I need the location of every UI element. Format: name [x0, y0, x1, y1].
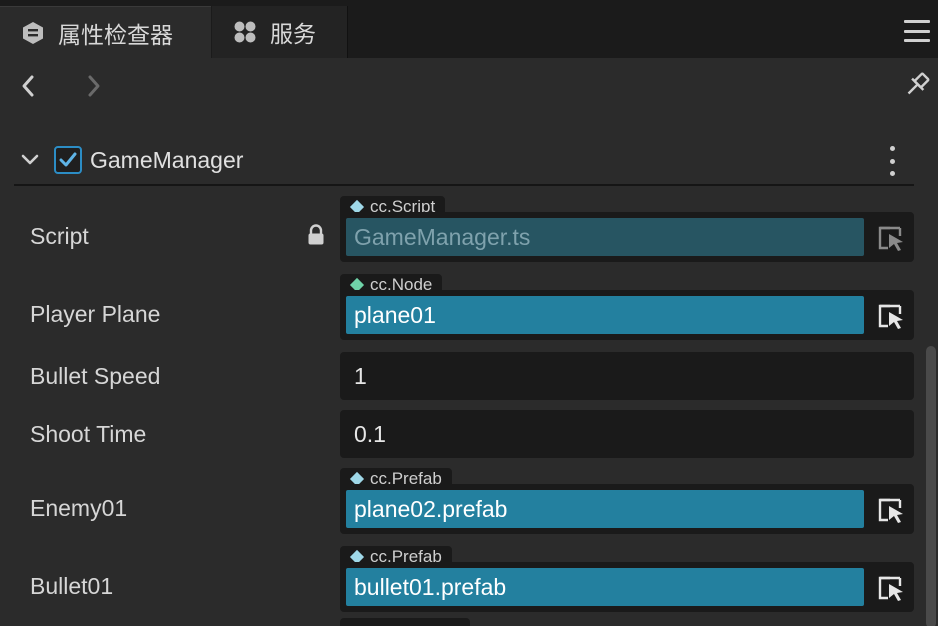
back-arrow-icon[interactable]: [14, 72, 42, 100]
select-in-scene-icon[interactable]: [876, 572, 906, 602]
tab-label: 属性检查器: [58, 21, 173, 48]
checkmark-icon: [59, 152, 77, 167]
more-options-icon[interactable]: [888, 146, 896, 176]
enemy01-value[interactable]: plane02.prefab: [346, 490, 864, 528]
forward-arrow-icon[interactable]: [80, 72, 108, 100]
bullet01-field[interactable]: bullet01.prefab: [340, 562, 914, 612]
tab-services[interactable]: 服务: [212, 6, 348, 58]
component-header: GameManager: [14, 140, 914, 186]
component-enabled-checkbox[interactable]: [54, 146, 82, 174]
prop-label-bullet-speed: Bullet Speed: [30, 363, 161, 389]
bullet01-value[interactable]: bullet01.prefab: [346, 568, 864, 606]
select-in-scene-icon[interactable]: [876, 300, 906, 330]
tab-inspector[interactable]: 属性检查器: [0, 6, 211, 58]
next-asset-tag-partial: [340, 618, 470, 626]
panel-menu-icon[interactable]: [904, 20, 930, 42]
chevron-down-icon[interactable]: [20, 150, 40, 170]
select-in-scene-icon[interactable]: [876, 222, 906, 252]
prop-label-enemy01: Enemy01: [30, 495, 128, 521]
select-in-scene-icon[interactable]: [876, 494, 906, 524]
services-icon: [232, 19, 258, 45]
prop-label-bullet01: Bullet01: [30, 573, 114, 599]
player-plane-value[interactable]: plane01: [346, 296, 864, 334]
scrollbar-thumb[interactable]: [926, 346, 936, 626]
inspector-icon: [20, 20, 46, 46]
prop-label-script: Script: [30, 223, 89, 249]
enemy01-field[interactable]: plane02.prefab: [340, 484, 914, 534]
player-plane-field[interactable]: plane01: [340, 290, 914, 340]
prop-label-player-plane: Player Plane: [30, 301, 161, 327]
bullet-speed-input[interactable]: 1: [340, 352, 914, 400]
script-asset-value: GameManager.ts: [346, 218, 864, 256]
tab-label: 服务: [270, 21, 316, 47]
component-title: GameManager: [90, 147, 244, 173]
pin-icon[interactable]: [902, 70, 932, 100]
lock-icon: [306, 224, 326, 246]
script-asset-field: GameManager.ts: [340, 212, 914, 262]
prop-label-shoot-time: Shoot Time: [30, 421, 147, 447]
tab-bar: 属性检查器 服务: [0, 0, 938, 58]
shoot-time-input[interactable]: 0.1: [340, 410, 914, 458]
